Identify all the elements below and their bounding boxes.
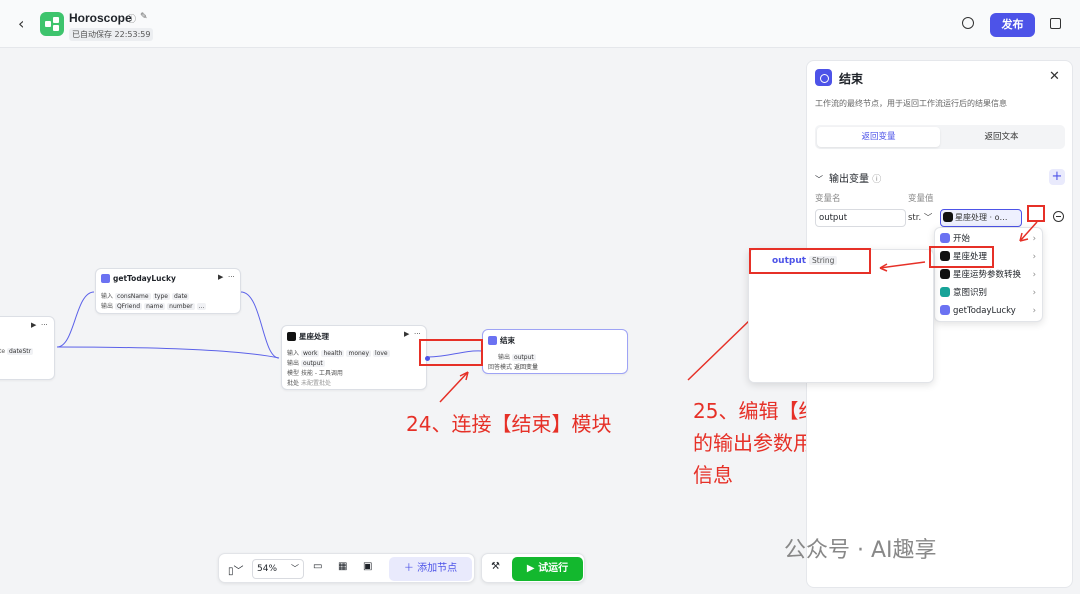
minimap-icon[interactable]: ▣ [363,561,372,572]
comment-icon[interactable]: ▭ [313,561,322,572]
play-icon: ▶ [526,563,539,574]
add-node-button[interactable]: ＋ 添加节点 [389,557,472,581]
test-run-button[interactable]: ▶ 试运行 [512,557,583,581]
add-node-label: 添加节点 [417,563,458,574]
plus-icon: ＋ [403,563,418,574]
layout-icon[interactable]: ▦ [338,561,347,572]
canvas-toolbar: ▯﹀ 54% ﹀ ▭ ▦ ▣ ＋ 添加节点 [218,553,475,583]
watermark: 公众号 · AI趣享 [784,538,937,563]
wrench-icon[interactable]: ⚒ [491,561,500,572]
zoom-select[interactable]: 54% ﹀ [252,559,304,579]
chevron-down-icon: ﹀ [291,564,299,573]
run-toolbar: ⚒ ▶ 试运行 [481,553,585,583]
run-label: 试运行 [538,563,569,574]
mouse-mode-icon[interactable]: ▯﹀ [228,562,244,577]
zoom-value: 54% [257,564,278,574]
panel-arrows [879,221,1038,272]
